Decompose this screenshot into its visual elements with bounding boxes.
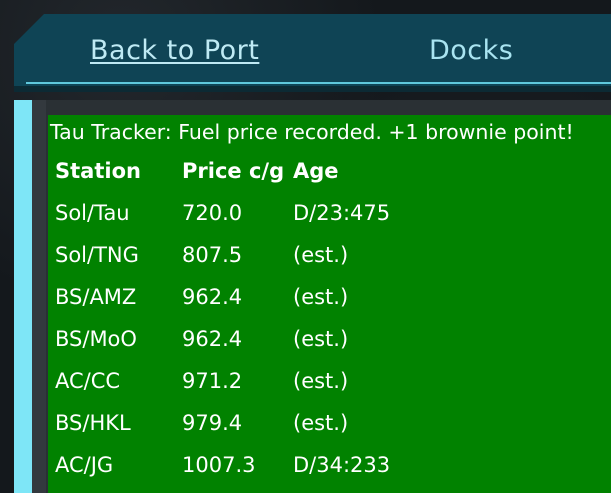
age-cell: (est.) xyxy=(293,243,349,267)
fuel-price-panel: Tau Tracker: Fuel price recorded. +1 bro… xyxy=(48,115,611,493)
price-cell: 962.4 xyxy=(182,285,243,309)
age-cell: (est.) xyxy=(293,285,349,309)
table-row: Sol/TNG 807.5 (est.) xyxy=(48,241,611,283)
table-row: AC/JG 1007.3 D/34:233 xyxy=(48,451,611,493)
price-cell: 720.0 xyxy=(182,201,243,225)
price-cell: 962.4 xyxy=(182,327,243,351)
station-cell: Sol/TNG xyxy=(55,243,139,267)
age-cell: D/34:233 xyxy=(293,453,391,477)
station-cell: BS/MoO xyxy=(55,327,137,351)
frame-inner-border xyxy=(32,100,46,493)
nav-bar-edge xyxy=(14,86,611,92)
docks-link[interactable]: Docks xyxy=(429,34,513,68)
age-cell: (est.) xyxy=(293,411,349,435)
nav-bar-divider xyxy=(26,82,611,84)
price-cell: 807.5 xyxy=(182,243,243,267)
age-cell: D/23:475 xyxy=(293,201,391,225)
table-row: BS/HKL 979.4 (est.) xyxy=(48,409,611,451)
station-cell: AC/CC xyxy=(55,369,121,393)
table-row: Sol/Tau 720.0 D/23:475 xyxy=(48,199,611,241)
station-cell: AC/JG xyxy=(55,453,114,477)
station-cell: BS/AMZ xyxy=(55,285,137,309)
header-price: Price c/g xyxy=(182,159,285,183)
table-header-row: Station Price c/g Age xyxy=(48,157,611,199)
station-cell: Sol/Tau xyxy=(55,201,130,225)
price-cell: 979.4 xyxy=(182,411,243,435)
price-cell: 971.2 xyxy=(182,369,243,393)
age-cell: (est.) xyxy=(293,369,349,393)
table-row: BS/MoO 962.4 (est.) xyxy=(48,325,611,367)
table-row: AC/CC 971.2 (est.) xyxy=(48,367,611,409)
station-cell: BS/HKL xyxy=(55,411,131,435)
header-station: Station xyxy=(55,159,141,183)
price-cell: 1007.3 xyxy=(182,453,256,477)
back-to-port-link[interactable]: Back to Port xyxy=(90,34,259,68)
frame-accent-bar xyxy=(14,100,32,493)
table-row: BS/AMZ 962.4 (est.) xyxy=(48,283,611,325)
header-age: Age xyxy=(293,159,339,183)
age-cell: (est.) xyxy=(293,327,349,351)
status-message: Tau Tracker: Fuel price recorded. +1 bro… xyxy=(50,120,574,144)
